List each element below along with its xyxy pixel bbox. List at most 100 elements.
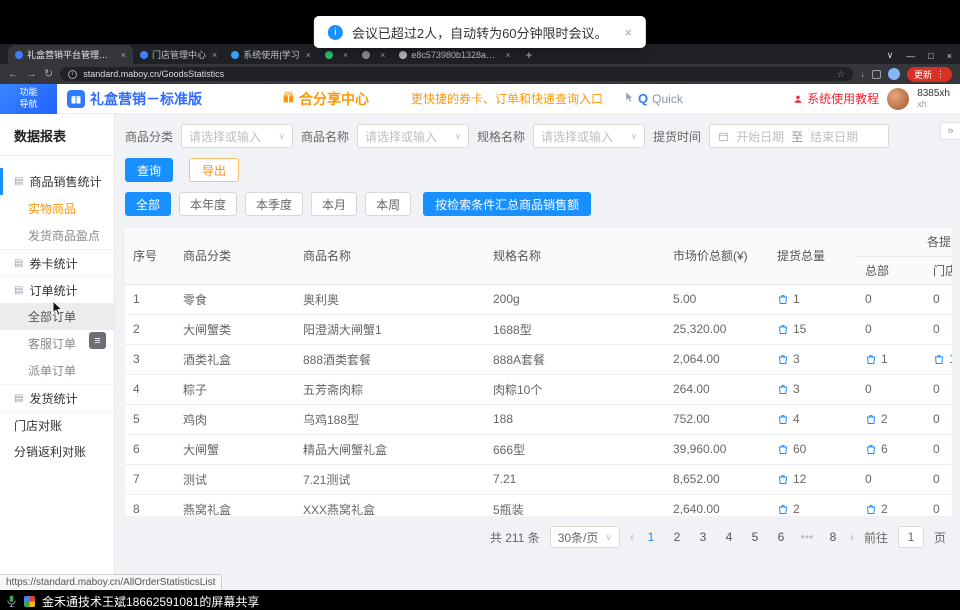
sidebar-item[interactable]: 派单订单 [0, 357, 114, 384]
prev-page-icon[interactable]: ‹ [630, 530, 634, 544]
user-avatar[interactable] [887, 88, 909, 110]
browser-tab[interactable]: 礼盒营销平台管理中心× [8, 45, 133, 64]
sidebar-item-label: 全部订单 [28, 308, 76, 325]
pager-page[interactable]: 4 [722, 530, 736, 544]
pager-page[interactable]: 6 [774, 530, 788, 544]
range-tab[interactable]: 全部 [125, 192, 171, 216]
menu-group-icon: ▤ [14, 258, 23, 269]
tab-close-icon[interactable]: × [306, 50, 311, 60]
address-bar[interactable]: i standard.maboy.cn/GoodsStatistics ☆ [60, 67, 853, 81]
sidebar-item-label: 券卡统计 [29, 255, 77, 272]
sidebar-item[interactable]: ▤ 券卡统计 [0, 249, 114, 276]
sidebar-item-label: 订单统计 [29, 282, 77, 299]
browser-tab[interactable]: 系统使用|学习× [224, 45, 318, 64]
browser-profile-avatar[interactable] [888, 68, 900, 80]
pickup-count: 2 [865, 412, 917, 426]
action-buttons: 查询 导出 [125, 158, 952, 182]
sidebar-item[interactable]: ▤订单统计 [0, 276, 114, 303]
select-placeholder: 请选择或输入 [541, 128, 613, 145]
download-icon[interactable]: ↓ [860, 69, 865, 80]
site-info-icon[interactable]: i [68, 70, 77, 79]
cell-no: 1 [125, 284, 175, 314]
tab-close-icon[interactable]: × [380, 50, 385, 60]
quick-entry[interactable]: Q Quick [625, 90, 683, 108]
toast-close-icon[interactable]: × [625, 25, 633, 40]
browser-update-button[interactable]: 更新 ⋮ [907, 67, 952, 82]
filter-select[interactable]: 请选择或输入∨ [181, 124, 293, 148]
pager-page[interactable]: 1 [644, 530, 658, 544]
table-row: 5鸡肉乌鸡188型188752.00420 [125, 404, 952, 434]
share-center-link[interactable]: 合分享中心 [282, 89, 369, 109]
new-tab-button[interactable]: + [525, 48, 532, 62]
tab-title: e8c573980b1328a258fd2e6 [411, 50, 499, 60]
minimize-icon[interactable]: — [906, 51, 915, 61]
range-tab[interactable]: 本年度 [179, 192, 237, 216]
date-range-picker[interactable]: 开始日期 至 结束日期 [709, 124, 889, 148]
pager-page[interactable]: 2 [670, 530, 684, 544]
tab-close-icon[interactable]: × [121, 50, 126, 60]
sidebar-item[interactable]: ▤商品销售统计 [0, 168, 114, 195]
summary-button[interactable]: 按检索条件汇总商品销售额 [423, 192, 591, 216]
chevron-down-icon: ∨ [605, 532, 612, 543]
bookmark-star-icon[interactable]: ☆ [837, 69, 845, 80]
table-body: 1零食奥利奥200g5.001002大闸蟹类阳澄湖大闸蟹11688型25,320… [125, 284, 952, 516]
pickup-value: 2 [793, 502, 800, 516]
range-tab[interactable]: 本月 [311, 192, 357, 216]
tab-close-icon[interactable]: × [343, 50, 348, 60]
sidebar-collapse-toggle[interactable]: ≡ [89, 332, 106, 349]
sidebar-item[interactable]: 门店对账 [0, 411, 114, 438]
browser-tab[interactable]: 门店管理中心× [133, 45, 224, 64]
person-icon [793, 94, 803, 104]
reload-icon[interactable]: ↻ [44, 69, 53, 80]
tab-favicon [15, 51, 23, 59]
sidebar-item[interactable]: ▤发货统计 [0, 384, 114, 411]
export-button[interactable]: 导出 [189, 158, 239, 182]
filter-select[interactable]: 请选择或输入∨ [533, 124, 645, 148]
sidebar-item[interactable]: 发货商品盈点 [0, 222, 114, 249]
pager-page[interactable]: 5 [748, 530, 762, 544]
pager-page[interactable]: 3 [696, 530, 710, 544]
cell-amount: 2,640.00 [665, 494, 769, 516]
tutorial-label: 系统使用教程 [807, 90, 879, 107]
cell-store: 0 [925, 494, 952, 516]
sidebar-item-label: 门店对账 [14, 417, 62, 434]
jump-page-input[interactable]: 1 [898, 526, 924, 548]
close-window-icon[interactable]: × [947, 51, 952, 61]
sidebar-item-label: 商品销售统计 [29, 173, 101, 190]
range-tab[interactable]: 本周 [365, 192, 411, 216]
function-nav-button[interactable]: 功能 导航 [0, 84, 57, 114]
microphone-icon[interactable] [6, 594, 17, 608]
cell-name: 精品大闸蟹礼盒 [295, 434, 485, 464]
cell-hq: 0 [857, 284, 925, 314]
panel-collapse-button[interactable]: » [940, 122, 960, 140]
tab-search-icon[interactable]: ∨ [887, 50, 894, 61]
cell-store: 0 [925, 404, 952, 434]
pager-page[interactable]: 8 [826, 530, 840, 544]
sidebar-item[interactable]: 分销返利对账 [0, 438, 114, 465]
forward-icon[interactable]: → [26, 69, 37, 80]
cell-no: 7 [125, 464, 175, 494]
pickup-icon [933, 353, 945, 365]
toast-text: 会议已超过2人，自动转为60分钟限时会议。 [352, 23, 608, 42]
back-icon[interactable]: ← [8, 69, 19, 80]
time-filter-label: 提货时间 [653, 128, 701, 145]
page-size-select[interactable]: 30条/页 ∨ [550, 526, 620, 548]
app-logo: 礼盒营销－标准版 [67, 89, 202, 109]
filter-select[interactable]: 请选择或输入∨ [357, 124, 469, 148]
next-page-icon[interactable]: › [850, 530, 854, 544]
sidebar-item[interactable]: 全部订单 [0, 303, 114, 330]
pickup-value: 2 [881, 412, 888, 426]
search-button[interactable]: 查询 [125, 158, 173, 182]
meeting-toast: i 会议已超过2人，自动转为60分钟限时会议。 × [314, 16, 646, 48]
sidebar-title: 数据报表 [0, 114, 114, 156]
filter-label: 规格名称 [477, 128, 525, 145]
maximize-icon[interactable]: □ [928, 51, 933, 61]
tab-close-icon[interactable]: × [505, 50, 510, 60]
pickup-value: 1 [793, 292, 800, 306]
tutorial-link[interactable]: 系统使用教程 [793, 90, 879, 107]
pickup-value: 4 [793, 412, 800, 426]
sidebar-item[interactable]: 实物商品 [0, 195, 114, 222]
extensions-icon[interactable] [872, 70, 881, 79]
range-tab[interactable]: 本季度 [245, 192, 303, 216]
tab-close-icon[interactable]: × [212, 50, 217, 60]
